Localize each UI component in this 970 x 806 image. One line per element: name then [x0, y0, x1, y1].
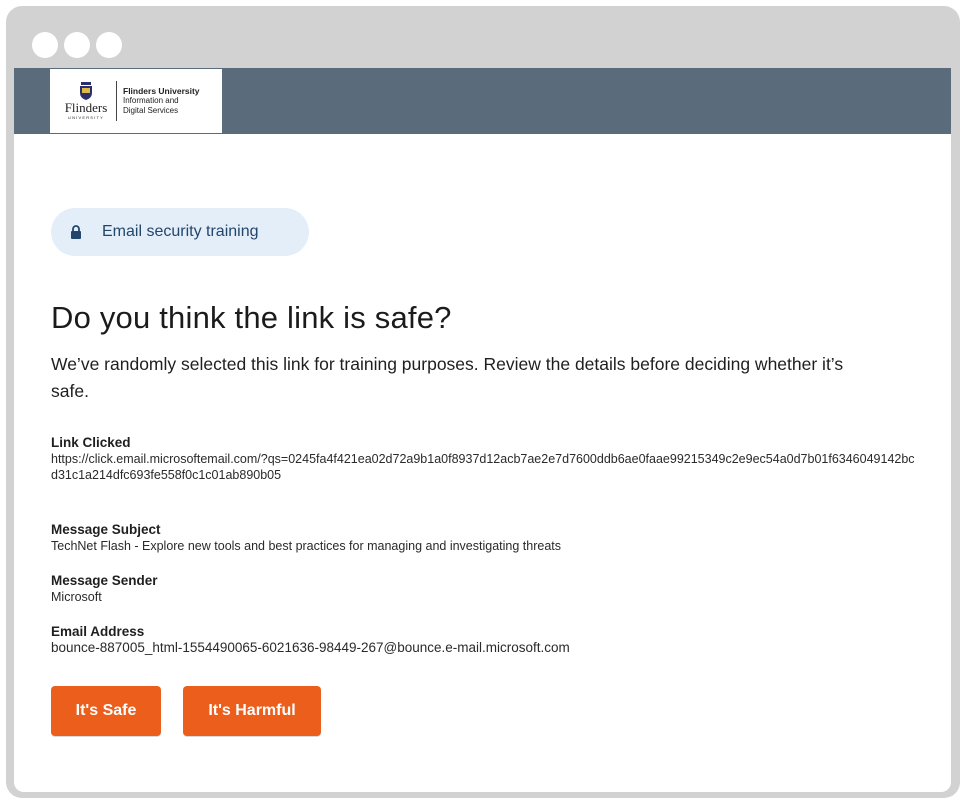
logo-wordmark: Flinders [64, 100, 108, 115]
browser-window: Flinders UNIVERSITY Flinders University … [6, 6, 960, 798]
link-url-value: https://click.email.microsoftemail.com/?… [51, 452, 915, 482]
logo-mark: Flinders UNIVERSITY [60, 82, 112, 120]
training-badge-label: Email security training [102, 223, 259, 240]
intro-text: We’ve randomly selected this link for tr… [51, 354, 844, 401]
detail-message-subject: Message Subject TechNet Flash - Explore … [51, 522, 561, 554]
detail-message-sender: Message Sender Microsoft [51, 573, 158, 605]
detail-label: Message Subject [51, 522, 161, 537]
its-harmful-button[interactable]: It's Harmful [183, 686, 321, 736]
flinders-logo: Flinders UNIVERSITY Flinders University … [50, 69, 222, 133]
page-viewport: Flinders UNIVERSITY Flinders University … [14, 68, 951, 792]
window-control-dot[interactable] [96, 32, 122, 58]
detail-email-address: Email Address bounce-887005_html-1554490… [51, 624, 570, 656]
logo-divider [116, 81, 117, 121]
crest-icon [80, 82, 92, 100]
page-title: Do you think the link is safe? [51, 300, 452, 335]
logo-line-2: Information and [123, 96, 179, 105]
logo-line-1: Flinders University [123, 86, 200, 96]
its-safe-button[interactable]: It's Safe [51, 686, 161, 736]
training-badge: Email security training [51, 208, 309, 256]
detail-label: Message Sender [51, 573, 158, 588]
logo-text: Flinders University Information and Digi… [123, 86, 200, 116]
logo-line-3: Digital Services [123, 106, 179, 115]
sender-value: Microsoft [51, 590, 102, 604]
lock-icon [71, 225, 81, 239]
header-bar: Flinders UNIVERSITY Flinders University … [14, 68, 951, 134]
logo-wordmark-sub: UNIVERSITY [67, 115, 104, 120]
window-controls [32, 32, 122, 58]
window-control-dot[interactable] [32, 32, 58, 58]
email-address-value: bounce-887005_html-1554490065-6021636-98… [51, 640, 570, 655]
detail-label: Link Clicked [51, 435, 131, 450]
detail-label: Email Address [51, 624, 145, 639]
detail-link-clicked: Link Clicked https://click.email.microso… [51, 435, 921, 483]
subject-value: TechNet Flash - Explore new tools and be… [51, 539, 561, 553]
window-control-dot[interactable] [64, 32, 90, 58]
